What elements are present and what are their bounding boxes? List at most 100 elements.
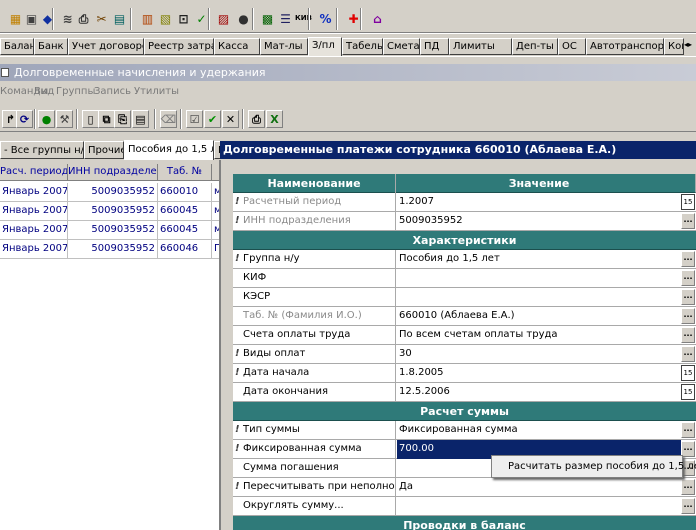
property-row[interactable]: КЭСР... [233, 288, 696, 307]
tab-1[interactable]: Банк [34, 38, 68, 55]
tab-10[interactable]: Лимиты [449, 38, 512, 55]
ellipsis-button[interactable]: ... [681, 327, 695, 343]
calculator-icon[interactable]: ▤ [110, 9, 129, 28]
calendar-icon[interactable]: 15 [681, 384, 695, 400]
check-icon[interactable]: ✔ [204, 110, 221, 128]
ellipsis-button[interactable]: ... [681, 422, 695, 438]
new-icon[interactable]: ▯ [82, 110, 99, 128]
column-header-1[interactable]: ИНН подразделения [68, 164, 158, 181]
property-row[interactable]: КИФ... [233, 269, 696, 288]
property-row[interactable]: ! Дата начала 1.8.2005 15 [233, 364, 696, 383]
property-value[interactable]: Да [397, 478, 681, 497]
cancel-icon[interactable]: ✕ [222, 110, 239, 128]
print-icon[interactable]: ⎙ [74, 9, 93, 28]
column-header-2[interactable]: Таб. № [158, 164, 212, 181]
ellipsis-button[interactable]: ... [681, 498, 695, 514]
column-header-extra[interactable] [212, 164, 219, 181]
delete-icon[interactable]: ⌫ [160, 110, 177, 128]
ellipsis-button[interactable]: ... [681, 308, 695, 324]
menu-item-4[interactable]: Утилиты [134, 83, 179, 100]
ellipsis-button[interactable]: ... [681, 289, 695, 305]
table-row[interactable]: Январь 20075009035952660046Г [0, 240, 219, 259]
tools-icon[interactable]: ✂ [92, 9, 111, 28]
bank-icon[interactable]: ⌂ [368, 9, 387, 28]
percent-icon[interactable]: % [316, 9, 335, 28]
property-value[interactable] [397, 288, 681, 307]
property-row[interactable]: ! Виды оплат 30... [233, 345, 696, 364]
subtab-1[interactable]: Прочие [84, 141, 124, 159]
ellipsis-button[interactable]: ... [681, 251, 695, 267]
property-row[interactable]: !Пересчитывать при неполном месяцеДа... [233, 478, 696, 497]
tab-6[interactable]: З/пл [308, 37, 342, 56]
clipboard-icon[interactable]: ▩ [258, 9, 277, 28]
property-row[interactable]: Таб. № (Фамилия И.О.) 660010 (Аблаева Е.А… [233, 307, 696, 326]
calendar-icon[interactable]: 15 [681, 365, 695, 381]
lock-icon[interactable]: ⊡ [174, 9, 193, 28]
subtab-2[interactable]: Пособия до 1,5 лет [124, 140, 214, 160]
context-menu-calc-benefit[interactable]: Расчитать размер пособия до 1,5 лет [491, 455, 696, 478]
diamond-icon[interactable]: ◆ [38, 9, 57, 28]
refresh-icon[interactable]: ⟳ [16, 110, 33, 128]
edit-icon[interactable]: ▤ [132, 110, 149, 128]
report-icon[interactable]: ▥ [138, 9, 157, 28]
ellipsis-button[interactable]: ... [681, 270, 695, 286]
tab-4[interactable]: Касса [214, 38, 260, 55]
tab-11[interactable]: Деп-ты [512, 38, 558, 55]
excel-icon[interactable]: X [266, 110, 283, 128]
property-row[interactable]: Дата окончания 12.5.2006 15 [233, 383, 696, 402]
property-value[interactable]: 30 [397, 345, 681, 364]
property-value[interactable]: 1.2007 [397, 193, 681, 212]
column-header-0[interactable]: Расч. период [0, 164, 68, 181]
menu-item-2[interactable]: Группы [56, 83, 95, 100]
property-value[interactable]: Пособия до 1,5 лет [397, 250, 681, 269]
document-icon[interactable]: ▧ [156, 9, 175, 28]
ellipsis-button[interactable]: ... [681, 479, 695, 495]
subtab-0[interactable]: - Все группы н/у - [0, 141, 84, 159]
property-value[interactable]: 660010 (Аблаева Е.А.) [397, 307, 681, 326]
property-value[interactable] [397, 497, 681, 516]
property-row[interactable]: ! Группа н/у Пособия до 1,5 лет... [233, 250, 696, 269]
property-row[interactable]: ! Расчетный период 1.2007 15 [233, 193, 696, 212]
table-row[interactable]: Январь 20075009035952660010м [0, 183, 219, 202]
calendar-icon[interactable]: 15 [681, 194, 695, 210]
menu-item-1[interactable]: Вид [34, 83, 54, 100]
property-value[interactable]: 1.8.2005 [397, 364, 681, 383]
kiv-icon[interactable]: КИВ [294, 9, 313, 28]
copy-icon[interactable]: ⧉ [98, 110, 115, 128]
tab-12[interactable]: ОС [558, 38, 586, 55]
table-row[interactable]: Январь 20075009035952660045м [0, 202, 219, 221]
ellipsis-button[interactable]: ... [681, 213, 695, 229]
property-row[interactable]: Счета оплаты труда По всем счетам оплаты… [233, 326, 696, 345]
ellipsis-button[interactable]: ... [681, 346, 695, 362]
paste-icon[interactable]: ⎘ [114, 110, 131, 128]
hammer-icon[interactable]: ⚒ [56, 110, 73, 128]
text-icon[interactable]: ☰ [276, 9, 295, 28]
tab-5[interactable]: Мат-лы [260, 38, 308, 55]
tab-3[interactable]: Реестр затрат [144, 38, 214, 55]
property-row[interactable]: ! Тип суммы Фиксированная сумма... [233, 421, 696, 440]
property-row[interactable]: ! ИНН подразделения 5009035952... [233, 212, 696, 231]
tab-13[interactable]: Автотранспорт [586, 38, 664, 55]
property-row[interactable]: Округлять сумму...... [233, 497, 696, 516]
menu-item-3[interactable]: Запись [94, 83, 131, 100]
tab-8[interactable]: Смета [383, 38, 420, 55]
property-value[interactable]: 12.5.2006 [397, 383, 681, 402]
tabs-scroll-arrows[interactable]: ◂▸ [684, 40, 696, 54]
table-cell: 5009035952 [68, 240, 158, 259]
ellipsis-button[interactable]: ... [681, 441, 695, 457]
property-value[interactable]: Фиксированная сумма [397, 421, 681, 440]
tab-0[interactable]: Баланс [0, 38, 34, 55]
tab-14[interactable]: Коммерческая [664, 38, 684, 55]
db-icon[interactable]: ● [38, 110, 55, 128]
print-icon[interactable]: ⎙ [248, 110, 265, 128]
property-value[interactable]: По всем счетам оплаты труда [397, 326, 681, 345]
tab-2[interactable]: Учет договоров [68, 38, 144, 55]
property-value[interactable]: 5009035952 [397, 212, 681, 231]
properties-icon[interactable]: ☑ [186, 110, 203, 128]
chart-icon[interactable]: ▨ [214, 9, 233, 28]
property-value[interactable] [397, 269, 681, 288]
tab-9[interactable]: ПД [420, 38, 449, 55]
earth-icon[interactable]: ● [234, 9, 253, 28]
table-row[interactable]: Январь 20075009035952660045м [0, 221, 219, 240]
tab-7[interactable]: Табель [342, 38, 383, 55]
